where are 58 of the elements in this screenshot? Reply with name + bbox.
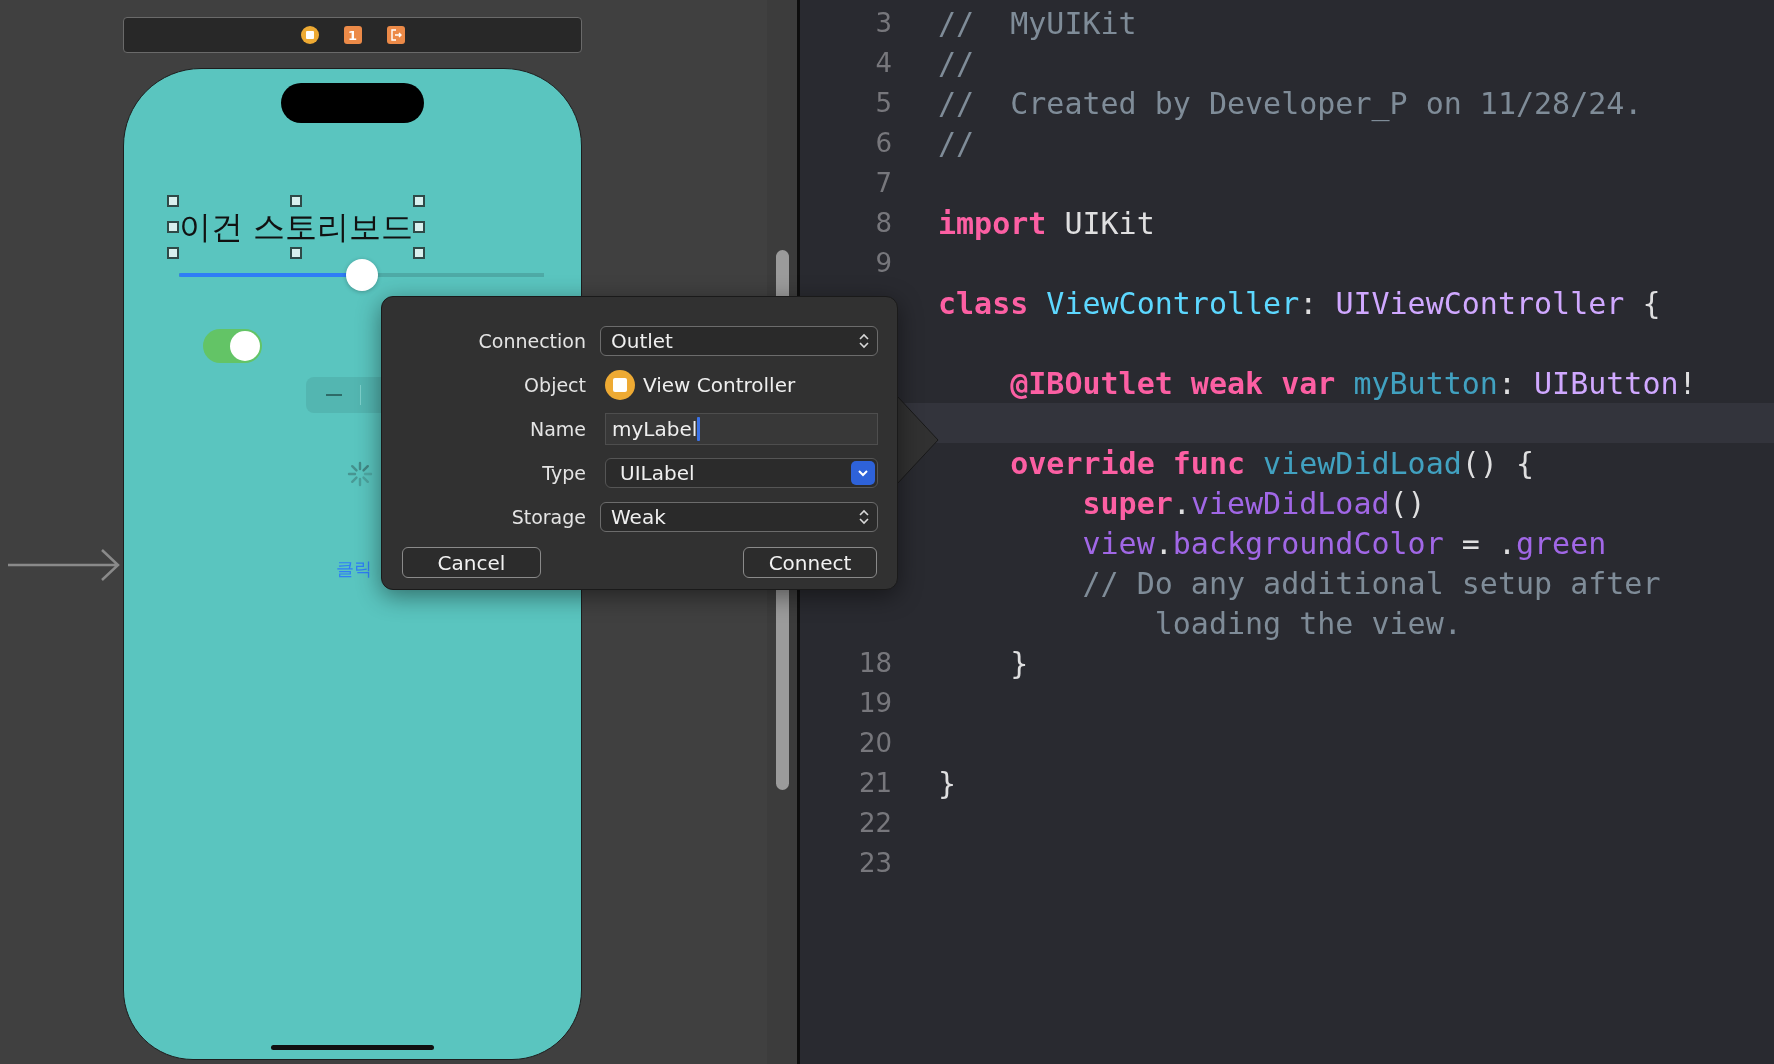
resize-handle[interactable] <box>290 195 303 207</box>
line-number: 5 <box>874 88 892 118</box>
line-number: 8 <box>874 208 892 238</box>
code-line: } <box>938 765 957 801</box>
connect-button[interactable]: Connect <box>743 547 877 578</box>
type-combo-box[interactable]: UILabel <box>605 458 878 488</box>
minus-icon <box>326 394 342 396</box>
field-label: Storage <box>510 506 586 528</box>
line-number: 23 <box>857 848 892 878</box>
code-line: // Created by Developer_P on 11/28/24. <box>938 85 1643 121</box>
slider-thumb[interactable] <box>345 259 378 291</box>
up-down-chevron-icon <box>859 333 869 349</box>
line-number: 18 <box>857 648 892 678</box>
field-label: Object <box>523 374 586 396</box>
resize-handle[interactable] <box>413 221 426 233</box>
line-number: 7 <box>874 168 892 198</box>
code-line: // MyUIKit <box>938 5 1137 41</box>
line-number: 20 <box>857 728 892 758</box>
resize-handle[interactable] <box>290 247 303 259</box>
object-name: View Controller <box>643 373 796 397</box>
code-line: // Do any additional setup after <box>1081 565 1661 601</box>
cancel-button[interactable]: Cancel <box>402 547 541 578</box>
line-number: 3 <box>874 8 892 38</box>
code-line: class ViewController: UIViewController { <box>938 285 1661 321</box>
line-number: 6 <box>874 128 892 158</box>
code-line: } <box>1009 645 1029 681</box>
line-number: 9 <box>874 248 892 278</box>
line-number: 22 <box>857 808 892 838</box>
toggle-switch[interactable] <box>203 329 262 363</box>
popup-button[interactable]: Outlet <box>600 326 878 356</box>
exit-icon[interactable] <box>386 26 405 44</box>
code-line: // <box>938 125 975 161</box>
field-label: Name <box>528 418 586 440</box>
resize-handle[interactable] <box>413 195 426 207</box>
line-number: 21 <box>857 768 892 798</box>
field-label: Type <box>541 462 586 484</box>
field-label: Connection <box>477 330 586 352</box>
resize-handle[interactable] <box>413 247 426 259</box>
name-field[interactable]: myLabel <box>605 413 878 445</box>
code-line: @IBOutlet weak var myButton: UIButton! <box>1009 365 1697 401</box>
code-line: override func viewDidLoad() { <box>1009 445 1535 481</box>
code-line: loading the view. <box>1153 605 1462 641</box>
line-number: 19 <box>857 688 892 718</box>
resize-handle[interactable] <box>167 247 179 259</box>
view-controller-icon[interactable] <box>300 26 319 44</box>
chevron-down-icon <box>857 469 869 477</box>
popup-button[interactable]: Weak <box>600 502 878 532</box>
activity-indicator-icon <box>347 461 373 487</box>
storyboard-label[interactable]: 이건 스토리보드 <box>179 207 414 247</box>
code-line: super.viewDidLoad() <box>1081 485 1426 521</box>
up-down-chevron-icon <box>859 509 869 525</box>
code-line: import UIKit <box>938 205 1155 241</box>
view-controller-icon <box>605 370 635 400</box>
resize-handle[interactable] <box>167 195 179 207</box>
line-number: 4 <box>874 48 892 78</box>
resize-handle[interactable] <box>167 221 179 233</box>
code-line: view.backgroundColor = .green <box>1081 525 1607 561</box>
code-line: // <box>938 45 975 81</box>
